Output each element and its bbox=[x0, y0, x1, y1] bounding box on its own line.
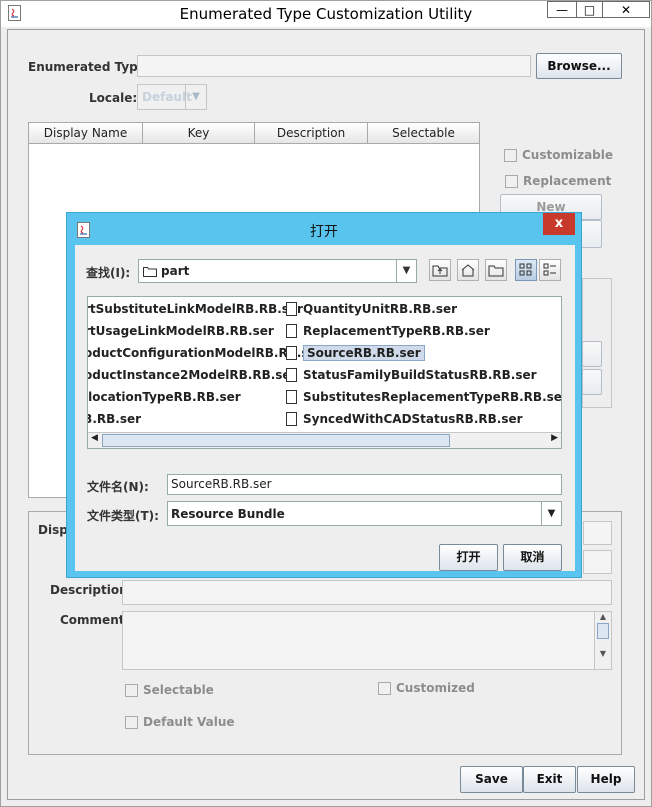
checkbox-box bbox=[125, 683, 138, 697]
file-item[interactable]: rtUsageLinkModelRB.RB.ser bbox=[88, 321, 274, 340]
key-field[interactable] bbox=[583, 550, 612, 574]
side-button-2[interactable] bbox=[582, 341, 602, 367]
file-item[interactable]: SyncedWithCADStatusRB.RB.ser bbox=[286, 409, 523, 428]
description-field[interactable] bbox=[122, 580, 612, 605]
up-folder-button[interactable] bbox=[429, 259, 451, 281]
default-value-checkbox[interactable]: Default Value bbox=[125, 715, 235, 729]
file-item[interactable]: StatusFamilyBuildStatusRB.RB.ser bbox=[286, 365, 537, 384]
file-item[interactable]: oductInstance2ModelRB.RB.ser bbox=[88, 365, 296, 384]
minimize-button[interactable]: — bbox=[547, 1, 577, 18]
chevron-down-icon: ▼ bbox=[396, 260, 416, 282]
list-view-icon bbox=[519, 263, 532, 276]
help-button[interactable]: Help bbox=[577, 766, 635, 793]
look-in-combobox[interactable]: part ▼ bbox=[138, 259, 417, 283]
exit-button[interactable]: Exit bbox=[523, 766, 576, 793]
up-folder-icon bbox=[432, 265, 448, 277]
details-view-icon bbox=[543, 263, 556, 276]
look-in-label: 查找(I): bbox=[86, 266, 131, 280]
new-folder-icon bbox=[488, 265, 504, 277]
checkbox-box bbox=[505, 174, 518, 188]
file-item[interactable]: 3.RB.ser bbox=[88, 409, 141, 428]
file-item[interactable]: SubstitutesReplacementTypeRB.RB.ser bbox=[286, 387, 561, 406]
maximize-icon: □ bbox=[583, 3, 596, 17]
home-icon bbox=[461, 264, 475, 277]
file-icon bbox=[286, 367, 297, 382]
customizable-checkbox[interactable]: Customizable bbox=[504, 148, 613, 162]
home-button[interactable] bbox=[457, 259, 479, 281]
column-header[interactable]: Description bbox=[255, 123, 368, 144]
column-header[interactable]: Key bbox=[143, 123, 255, 144]
file-icon bbox=[286, 411, 297, 426]
file-item[interactable]: llocationTypeRB.RB.ser bbox=[88, 387, 241, 406]
arrow-left-icon: ◀ bbox=[91, 433, 98, 443]
customized-checkbox[interactable]: Customized bbox=[378, 681, 475, 695]
selectable-checkbox[interactable]: Selectable bbox=[125, 683, 214, 697]
file-item[interactable]: rtSubstituteLinkModelRB.RB.ser bbox=[88, 299, 303, 318]
open-button[interactable]: 打开 bbox=[439, 544, 498, 571]
file-icon bbox=[286, 389, 297, 404]
enumerated-type-field[interactable] bbox=[137, 55, 531, 77]
checkbox-box bbox=[125, 715, 138, 729]
cancel-button[interactable]: 取消 bbox=[503, 544, 562, 571]
filetype-combobox[interactable]: Resource Bundle ▼ bbox=[167, 501, 562, 526]
enumerated-type-label: Enumerated Type: bbox=[28, 60, 151, 74]
chevron-down-icon: ▼ bbox=[541, 502, 561, 525]
horizontal-scrollbar[interactable]: ◀ ▶ bbox=[88, 432, 561, 448]
look-in-value: part bbox=[161, 264, 190, 278]
column-header[interactable]: Display Name bbox=[29, 123, 143, 144]
scrollbar-thumb[interactable] bbox=[597, 623, 609, 639]
browse-button[interactable]: Browse... bbox=[536, 53, 622, 79]
locale-combobox[interactable]: Default ▼ bbox=[137, 84, 207, 110]
file-item[interactable]: SourceRB.RB.ser bbox=[286, 343, 425, 362]
minimize-icon: — bbox=[556, 3, 568, 17]
folder-icon bbox=[143, 267, 157, 277]
file-item[interactable]: QuantityUnitRB.RB.ser bbox=[286, 299, 457, 318]
filename-input[interactable]: SourceRB.RB.ser bbox=[167, 474, 562, 495]
filetype-label: 文件类型(T): bbox=[87, 509, 159, 523]
chevron-down-icon: ▼ bbox=[185, 85, 206, 109]
dialog-body: 查找(I): part ▼ rtSubstituteLinkModelRB.RB… bbox=[75, 245, 575, 571]
checkbox-box bbox=[504, 148, 517, 162]
file-icon bbox=[286, 345, 297, 360]
file-icon bbox=[286, 323, 297, 338]
arrow-up-icon: ▲ bbox=[599, 612, 607, 621]
description-label: Description: bbox=[50, 583, 133, 597]
display-name-field[interactable] bbox=[583, 521, 612, 545]
comment-textarea[interactable]: ▲ ▼ bbox=[122, 611, 612, 670]
checkbox-box bbox=[378, 681, 391, 695]
save-button[interactable]: Save bbox=[460, 766, 523, 793]
scrollbar-thumb[interactable] bbox=[102, 434, 450, 447]
file-list[interactable]: rtSubstituteLinkModelRB.RB.ser rtUsageLin… bbox=[87, 296, 562, 449]
list-view-button[interactable] bbox=[515, 259, 537, 281]
file-icon bbox=[286, 301, 297, 316]
dialog-close-button[interactable]: x bbox=[543, 213, 575, 235]
close-button[interactable]: ✕ bbox=[602, 1, 650, 18]
comment-label: Comment: bbox=[60, 613, 130, 627]
locale-label: Locale: bbox=[89, 91, 138, 105]
title-bar: Enumerated Type Customization Utility — … bbox=[1, 1, 651, 27]
arrow-down-icon: ▼ bbox=[599, 649, 607, 658]
new-folder-button[interactable] bbox=[485, 259, 507, 281]
filename-label: 文件名(N): bbox=[87, 480, 149, 494]
details-view-button[interactable] bbox=[539, 259, 561, 281]
close-icon: x bbox=[554, 216, 564, 231]
dialog-title: 打开 bbox=[310, 224, 338, 240]
arrow-right-icon: ▶ bbox=[551, 433, 558, 443]
close-icon: ✕ bbox=[620, 3, 632, 17]
file-item[interactable]: ReplacementTypeRB.RB.ser bbox=[286, 321, 490, 340]
maximize-button[interactable]: □ bbox=[576, 1, 603, 18]
replacement-checkbox[interactable]: Replacement bbox=[505, 174, 611, 188]
side-button-3[interactable] bbox=[582, 369, 602, 395]
column-header[interactable]: Selectable bbox=[368, 123, 480, 144]
open-file-dialog: 打开 x 查找(I): part ▼ rtSubstituteLinkModel… bbox=[66, 212, 582, 578]
scrollbar[interactable]: ▲ ▼ bbox=[594, 612, 611, 669]
